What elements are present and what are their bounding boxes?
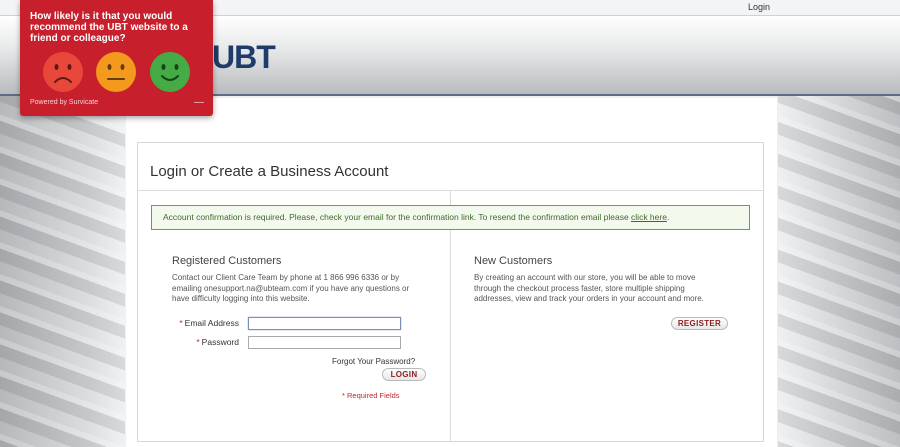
survey-question: How likely is it that you would recommen…	[30, 11, 188, 44]
forgot-password-link[interactable]: Forgot Your Password?	[332, 357, 415, 366]
sad-face-icon[interactable]	[43, 52, 83, 92]
register-button[interactable]: REGISTER	[671, 317, 728, 330]
new-customers-heading: New Customers	[474, 255, 553, 267]
login-button[interactable]: LOGIN	[382, 368, 426, 381]
password-field[interactable]	[248, 336, 401, 349]
minimize-icon[interactable]: —	[194, 97, 204, 108]
notice-end: .	[666, 212, 670, 222]
ubt-logo[interactable]: UBT	[212, 39, 276, 76]
page-title: Login or Create a Business Account	[150, 163, 389, 180]
registered-customers-heading: Registered Customers	[172, 255, 282, 267]
background-left-image	[0, 96, 125, 447]
background-right-image	[778, 96, 900, 447]
top-login-link[interactable]: Login	[748, 2, 770, 12]
powered-by-survicate[interactable]: Powered by Survicate	[30, 99, 98, 106]
neutral-face-icon[interactable]	[96, 52, 136, 92]
email-label: * Email Address	[159, 318, 239, 328]
new-customers-description: By creating an account with our store, y…	[474, 273, 704, 303]
resend-confirmation-link[interactable]: click here	[631, 212, 667, 222]
login-panel: Login or Create a Business Account Accou…	[137, 142, 764, 442]
required-marker: *	[196, 337, 200, 347]
password-label: * Password	[159, 337, 239, 347]
email-field[interactable]	[248, 317, 401, 330]
required-fields-note: * Required Fields	[342, 391, 400, 400]
required-marker: *	[179, 318, 183, 328]
password-label-text: Password	[201, 337, 239, 347]
confirmation-notice: Account confirmation is required. Please…	[151, 205, 750, 230]
happy-face-icon[interactable]	[150, 52, 190, 92]
registered-customers-description: Contact our Client Care Team by phone at…	[172, 273, 410, 303]
survey-popup: How likely is it that you would recommen…	[20, 0, 213, 116]
notice-text: Account confirmation is required. Please…	[163, 212, 632, 222]
email-label-text: Email Address	[184, 318, 239, 328]
